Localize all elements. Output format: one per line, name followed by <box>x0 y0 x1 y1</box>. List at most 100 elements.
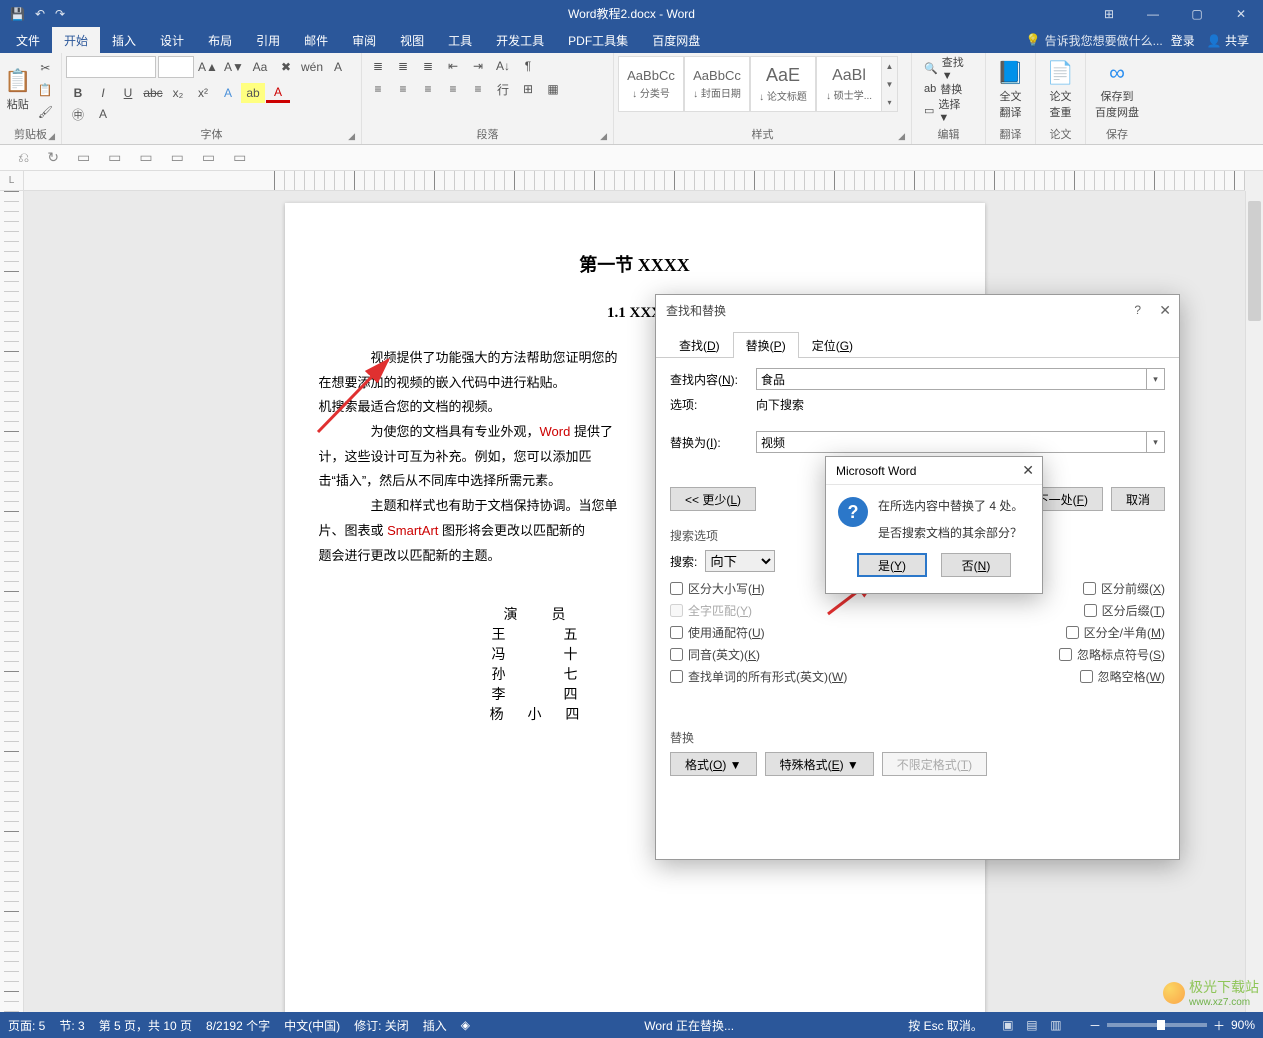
redo-icon[interactable]: ↷ <box>55 7 65 21</box>
sort-button[interactable]: A↓ <box>491 56 515 76</box>
enclose-char-button[interactable]: ㊥ <box>66 104 90 124</box>
vertical-ruler[interactable] <box>0 191 24 1012</box>
chk-word-forms[interactable]: 查找单词的所有形式(英文)(W) <box>670 668 918 685</box>
view-read-icon[interactable]: ▣ <box>997 1016 1019 1034</box>
bold-button[interactable]: B <box>66 83 90 103</box>
tab-home[interactable]: 开始 <box>52 27 100 53</box>
select-button[interactable]: ▭选择 ▼ <box>922 100 975 120</box>
text-effects-button[interactable]: A <box>216 83 240 103</box>
chk-prefix[interactable]: 区分前缀(X) <box>1083 580 1165 597</box>
line-spacing-button[interactable]: 行 <box>491 79 515 99</box>
align-right-button[interactable]: ≡ <box>416 79 440 99</box>
login-link[interactable]: 登录 <box>1171 32 1195 49</box>
style-item-0[interactable]: AaBbCc↓ 分类号 <box>618 56 684 112</box>
zoom-value[interactable]: 90% <box>1231 1018 1255 1032</box>
tab-find[interactable]: 查找(D) <box>666 332 733 358</box>
zoom-out-icon[interactable]: － <box>1089 1017 1101 1034</box>
phonetic-guide-button[interactable]: wén <box>300 57 324 77</box>
char-border-button[interactable]: A <box>326 57 350 77</box>
tab-view[interactable]: 视图 <box>388 27 436 53</box>
tab-baidu[interactable]: 百度网盘 <box>640 27 712 53</box>
tab-file[interactable]: 文件 <box>4 27 52 53</box>
tab-insert[interactable]: 插入 <box>100 27 148 53</box>
style-item-2[interactable]: AaE↓ 论文标题 <box>750 56 816 112</box>
cancel-button[interactable]: 取消 <box>1111 487 1165 511</box>
styles-gallery[interactable]: AaBbCc↓ 分类号 AaBbCc↓ 封面日期 AaE↓ 论文标题 AaBl↓… <box>618 56 898 112</box>
qb-item-0[interactable]: ⎌ <box>18 149 29 166</box>
share-button[interactable]: 👤 共享 <box>1207 32 1249 49</box>
grow-font-button[interactable]: A▲ <box>196 57 220 77</box>
horizontal-ruler[interactable] <box>24 171 1245 191</box>
tab-developer[interactable]: 开发工具 <box>484 27 556 53</box>
no-button[interactable]: 否(N) <box>941 553 1011 577</box>
zoom-in-icon[interactable]: ＋ <box>1213 1017 1225 1034</box>
copy-button[interactable]: 📋 <box>33 80 57 100</box>
replace-input[interactable]: 视频▾ <box>756 431 1165 453</box>
confirm-close-icon[interactable]: ✕ <box>1022 462 1034 479</box>
distributed-button[interactable]: ≡ <box>466 79 490 99</box>
change-case-button[interactable]: Aa <box>248 57 272 77</box>
multilevel-button[interactable]: ≣ <box>416 56 440 76</box>
shrink-font-button[interactable]: A▼ <box>222 57 246 77</box>
style-item-1[interactable]: AaBbCc↓ 封面日期 <box>684 56 750 112</box>
highlight-button[interactable]: ab <box>241 83 265 103</box>
chevron-down-icon[interactable]: ▾ <box>1146 432 1164 452</box>
undo-icon[interactable]: ↶ <box>35 7 45 21</box>
status-track-changes[interactable]: 修订: 关闭 <box>354 1017 409 1034</box>
chk-halfwidth[interactable]: 区分全/半角(M) <box>1066 624 1165 641</box>
clear-formatting-button[interactable]: ✖ <box>274 57 298 77</box>
tab-tools[interactable]: 工具 <box>436 27 484 53</box>
close-icon[interactable]: ✕ <box>1219 0 1263 27</box>
tab-design[interactable]: 设计 <box>148 27 196 53</box>
font-launcher-icon[interactable]: ◢ <box>348 131 355 142</box>
chk-suffix[interactable]: 区分后缀(T) <box>1084 602 1165 619</box>
tab-review[interactable]: 审阅 <box>340 27 388 53</box>
status-language[interactable]: 中文(中国) <box>284 1017 340 1034</box>
show-marks-button[interactable]: ¶ <box>516 56 540 76</box>
doc-heading-1[interactable]: 第一节 XXXX <box>345 251 925 277</box>
vertical-scrollbar[interactable] <box>1245 191 1263 1012</box>
chk-ignore-punct[interactable]: 忽略标点符号(S) <box>1059 646 1165 663</box>
search-direction-select[interactable]: 向下 <box>705 550 775 572</box>
tab-pdf[interactable]: PDF工具集 <box>556 27 640 53</box>
view-web-icon[interactable]: ▥ <box>1045 1016 1067 1034</box>
tell-me-search[interactable]: 💡 告诉我您想要做什么... <box>1018 27 1171 53</box>
ribbon-options-icon[interactable]: ⊞ <box>1087 0 1131 27</box>
maximize-icon[interactable]: ▢ <box>1175 0 1219 27</box>
font-size-select[interactable] <box>158 56 194 78</box>
align-center-button[interactable]: ≡ <box>391 79 415 99</box>
chevron-down-icon[interactable]: ▾ <box>1146 369 1164 389</box>
font-family-select[interactable] <box>66 56 156 78</box>
view-print-icon[interactable]: ▤ <box>1021 1016 1043 1034</box>
clipboard-launcher-icon[interactable]: ◢ <box>48 131 55 142</box>
qb-item-2[interactable]: ▭ <box>77 149 90 166</box>
shading-button[interactable]: ⊞ <box>516 79 540 99</box>
tab-replace[interactable]: 替换(P) <box>733 332 799 358</box>
status-insert-mode[interactable]: 插入 <box>423 1017 447 1034</box>
minimize-icon[interactable]: — <box>1131 0 1175 27</box>
justify-button[interactable]: ≡ <box>441 79 465 99</box>
subscript-button[interactable]: x₂ <box>166 83 190 103</box>
styles-launcher-icon[interactable]: ◢ <box>898 131 905 142</box>
char-shading-button[interactable]: A <box>91 104 115 124</box>
tab-goto[interactable]: 定位(G) <box>799 332 866 358</box>
borders-button[interactable]: ▦ <box>541 79 565 99</box>
save-baidu-button[interactable]: ∞保存到百度网盘 <box>1090 56 1144 124</box>
tab-mailings[interactable]: 邮件 <box>292 27 340 53</box>
find-button[interactable]: 🔍查找 ▼ <box>922 58 975 78</box>
format-button[interactable]: 格式(O) ▼ <box>670 752 757 776</box>
dialog-titlebar[interactable]: 查找和替换 ? ✕ <box>656 295 1179 325</box>
format-painter-button[interactable]: 🖌 <box>33 102 57 122</box>
help-icon[interactable]: ? <box>1134 303 1141 317</box>
save-icon[interactable]: 💾 <box>10 7 25 21</box>
chk-ignore-space[interactable]: 忽略空格(W) <box>1080 668 1165 685</box>
qb-item-5[interactable]: ▭ <box>171 149 184 166</box>
qb-item-6[interactable]: ▭ <box>202 149 215 166</box>
increase-indent-button[interactable]: ⇥ <box>466 56 490 76</box>
find-input[interactable]: 食品▾ <box>756 368 1165 390</box>
numbering-button[interactable]: ≣ <box>391 56 415 76</box>
align-left-button[interactable]: ≡ <box>366 79 390 99</box>
scrollbar-thumb[interactable] <box>1248 201 1261 321</box>
status-macro[interactable]: ◈ <box>461 1018 470 1032</box>
strike-button[interactable]: abc <box>141 83 165 103</box>
